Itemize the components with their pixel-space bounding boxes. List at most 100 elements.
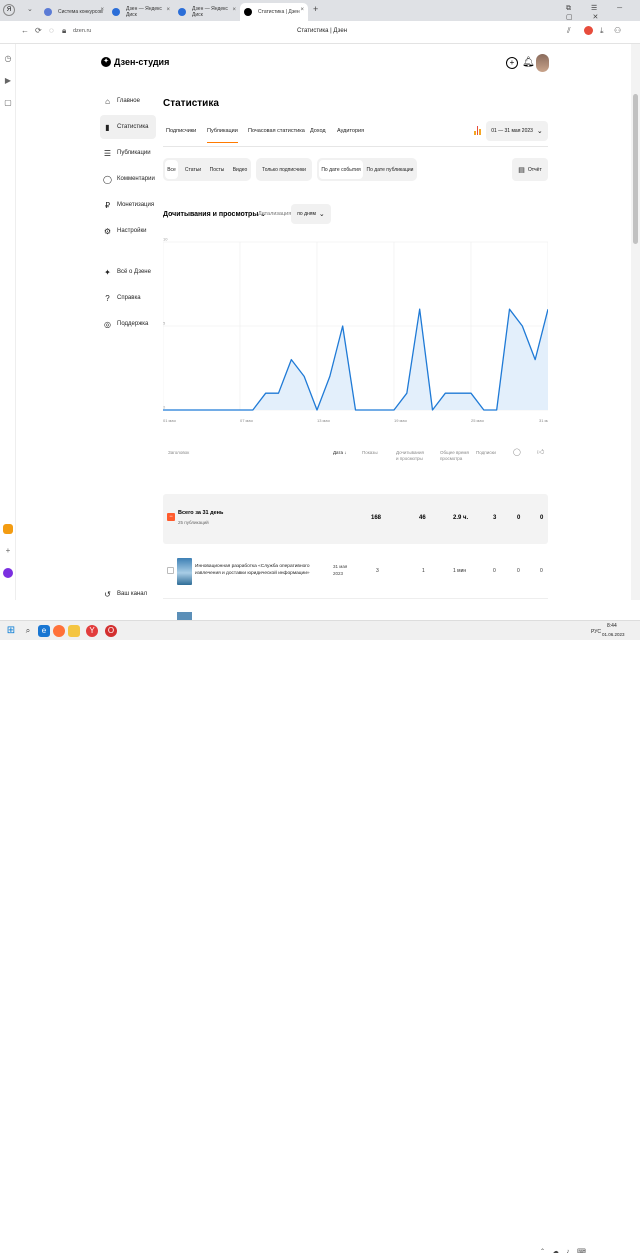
sidebar-item-comments[interactable]: ◯ Комментарии (100, 167, 156, 191)
tab-audience[interactable]: Аудитория (337, 128, 364, 134)
tray-time[interactable]: 8:44 (607, 623, 617, 629)
date-range-value: 01 — 31 мая 2023 (491, 128, 533, 134)
date-range-selector[interactable]: 01 — 31 мая 2023 ⌄ (486, 121, 548, 141)
sidebar-item-label: Монетизация (117, 202, 155, 208)
sidebar-item-publications[interactable]: ☰ Публикации (100, 141, 156, 165)
edge-icon[interactable]: e (38, 625, 50, 637)
metric-selector[interactable]: Дочитывания и просмотры ⌄ (163, 210, 266, 218)
metric-label: Дочитывания и просмотры (163, 211, 259, 218)
close-icon[interactable]: × (166, 7, 170, 13)
filter-posts[interactable]: Посты (206, 160, 228, 179)
tab-label: Статистика | Дзен (258, 9, 300, 15)
filter-articles[interactable]: Статьи (181, 160, 205, 179)
close-icon[interactable]: × (232, 7, 236, 13)
close-icon[interactable]: × (100, 7, 104, 13)
tabs-divider (163, 146, 548, 147)
folder-icon[interactable] (68, 625, 80, 637)
tab-publications[interactable]: Публикации (207, 128, 238, 143)
row-checkbox[interactable] (167, 567, 174, 574)
user-icon[interactable]: ⚇ (614, 26, 621, 35)
back-icon[interactable]: ← (21, 26, 29, 35)
col-reads[interactable]: Дочитывания и просмотры (396, 450, 426, 462)
filter-only-subscribers[interactable]: Только подписчики (258, 160, 310, 179)
sidebar-item-main[interactable]: ⌂ Главное (100, 89, 156, 113)
tabs-menu-icon[interactable]: ⌄ (27, 5, 33, 13)
download-icon[interactable]: ⤓ (600, 26, 604, 36)
reload-icon[interactable]: ⟳ (35, 26, 42, 35)
date-mode-event[interactable]: По дате события (319, 160, 363, 179)
tab-disk-1[interactable]: Дзен — Яндекс Диск × (108, 3, 174, 21)
app-icon[interactable] (3, 524, 13, 534)
col-title[interactable]: Заголовок (168, 450, 189, 456)
bell-icon[interactable]: 🔔︎ (522, 57, 535, 69)
tab-hourly[interactable]: Почасовая статистика (248, 128, 305, 134)
avatar[interactable] (536, 54, 549, 72)
row-comments: 0 (517, 568, 520, 574)
report-button[interactable]: ▤ Отчёт (512, 158, 548, 181)
filter-all[interactable]: Все (165, 160, 178, 179)
sidebar-item-about-zen[interactable]: ✦ Всё о Дзене (100, 260, 156, 284)
chevron-down-icon: ⌄ (536, 128, 543, 135)
browser-menu-icon[interactable]: Я (3, 4, 15, 16)
row-thumbnail[interactable] (177, 558, 192, 585)
col-subscriptions[interactable]: Подписки (476, 450, 496, 456)
firefox-icon[interactable] (53, 625, 65, 637)
collections-icon[interactable]: ▢ (3, 98, 13, 108)
bookmark-icon[interactable]: ⫽ (567, 26, 571, 36)
x-tick-label: 25 мая (471, 418, 484, 423)
next-row-thumbnail[interactable] (177, 612, 192, 620)
col-watch-time[interactable]: Общее время просмотра (440, 450, 470, 462)
history-icon[interactable]: ◷ (3, 54, 13, 64)
col-date[interactable]: Дата ↓ (333, 450, 346, 456)
x-tick-label: 13 мая (317, 418, 330, 423)
shield-icon[interactable]: ◌ (49, 26, 54, 35)
new-tab-button[interactable]: + (313, 4, 318, 14)
sidebar-item-support[interactable]: ◎ Поддержка (100, 312, 156, 336)
alice-icon[interactable]: ▶ (3, 76, 13, 86)
close-icon[interactable]: × (300, 7, 304, 13)
page-title: Статистика (163, 98, 219, 109)
search-icon[interactable]: ⌕ (22, 625, 34, 637)
assistant-icon[interactable] (3, 568, 13, 578)
filter-video[interactable]: Видео (230, 160, 250, 179)
date-mode-publication[interactable]: По дате публикации (365, 160, 415, 179)
add-icon[interactable]: + (3, 546, 13, 556)
taskbar: ⊞ ⌕ e Y O ⌃ ☁ ♪ ⌨ РУС 8:44 01.06.2023 (0, 620, 640, 1255)
tab-statistics[interactable]: Статистика | Дзен × (240, 3, 308, 21)
tray-icons[interactable]: ⌃ ☁ ♪ ⌨ (540, 1248, 589, 1255)
sidebar-item-monetization[interactable]: ₽ Монетизация (100, 193, 156, 217)
extension-icon[interactable] (584, 26, 593, 35)
help-icon: ? (105, 293, 110, 303)
studio-logo[interactable]: ✦ Дзен-студия (101, 57, 169, 67)
sidebar-item-statistics[interactable]: ▮ Статистика (100, 115, 156, 139)
create-icon[interactable]: + (506, 57, 518, 69)
tray-language[interactable]: РУС (591, 629, 601, 635)
summary-checkbox[interactable]: − (167, 513, 175, 521)
sidebar-item-label: Ваш канал (117, 591, 148, 597)
sidebar-item-your-channel[interactable]: ↺ Ваш канал (100, 582, 156, 606)
scrollbar-thumb[interactable] (633, 94, 638, 244)
page-scrollbar[interactable] (631, 44, 640, 600)
page-title-display: Статистика | Дзен (297, 28, 348, 34)
sidebar-item-label: Главное (117, 98, 140, 104)
sidebar-item-settings[interactable]: ⚙ Настройки (100, 219, 156, 243)
yandex-browser-icon[interactable]: Y (86, 625, 98, 637)
comment-col-icon[interactable]: ◯ (513, 449, 521, 456)
chart-type-icon[interactable] (474, 126, 482, 135)
tray-date[interactable]: 01.06.2023 (602, 632, 625, 637)
row-title[interactable]: Инновационная разработка «Служба операти… (195, 563, 329, 577)
tab-income[interactable]: Доход (310, 128, 326, 134)
like-col-icon[interactable]: 👍︎ (537, 449, 544, 456)
y-tick-label: 0 (163, 405, 166, 410)
series-area (163, 309, 548, 410)
tab-disk-2[interactable]: Дзен — Яндекс Диск × (174, 3, 240, 21)
windows-start-icon[interactable]: ⊞ (5, 625, 17, 637)
address-field[interactable]: dzen.ru (73, 28, 91, 34)
detail-label: Детализация (258, 211, 292, 217)
sidebar-item-help[interactable]: ? Справка (100, 286, 156, 310)
tab-subscribers[interactable]: Подписчики (166, 128, 196, 134)
tab-contests[interactable]: Система конкурсов × (40, 3, 108, 21)
detail-selector[interactable]: по дням ⌄ (291, 204, 331, 224)
opera-icon[interactable]: O (105, 625, 117, 637)
col-impressions[interactable]: Показы (362, 450, 378, 456)
